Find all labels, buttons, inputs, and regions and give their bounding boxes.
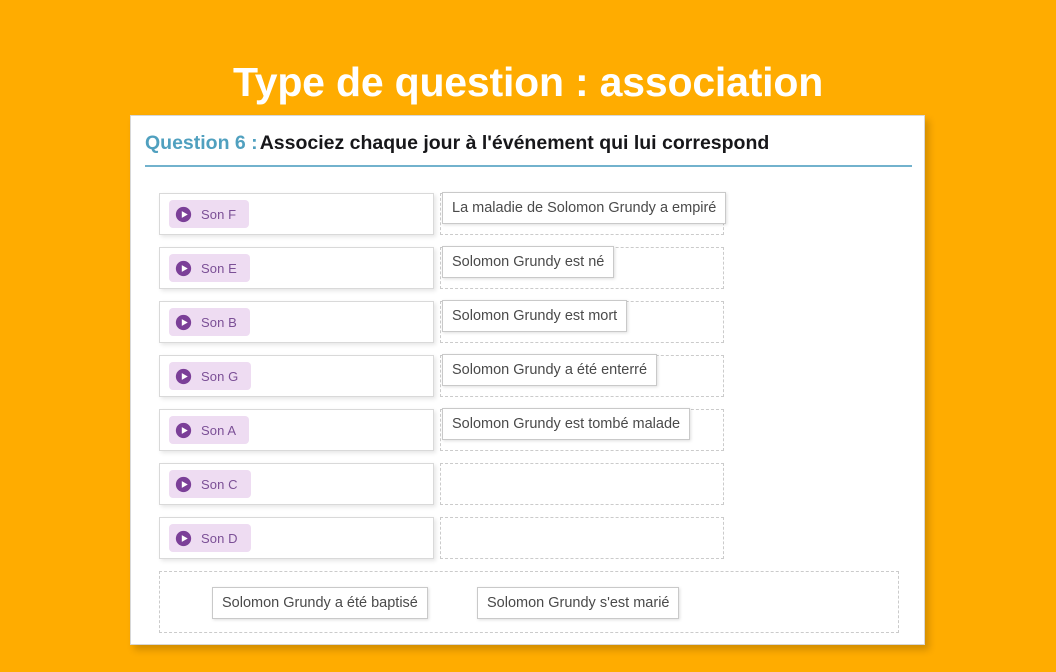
audio-play-button-son-d[interactable]: Son D bbox=[169, 524, 251, 552]
audio-row[interactable]: Son A bbox=[159, 409, 434, 451]
audio-play-button-son-f[interactable]: Son F bbox=[169, 200, 250, 228]
play-icon bbox=[175, 368, 192, 384]
play-icon bbox=[175, 476, 192, 492]
audio-row[interactable]: Son C bbox=[159, 463, 434, 505]
audio-row-label: Son C bbox=[201, 476, 238, 492]
drop-zone[interactable] bbox=[440, 517, 724, 559]
audio-play-button-son-a[interactable]: Son A bbox=[169, 416, 250, 444]
audio-row-label: Son F bbox=[201, 206, 237, 222]
bank-chip[interactable]: Solomon Grundy s'est marié bbox=[477, 587, 680, 619]
audio-row-label: Son G bbox=[201, 368, 239, 384]
audio-play-button-son-c[interactable]: Son C bbox=[169, 470, 251, 498]
question-header: Question 6 : Associez chaque jour à l'évé… bbox=[145, 132, 912, 167]
answer-chip[interactable]: La maladie de Solomon Grundy a empiré bbox=[442, 192, 727, 224]
bank-chip[interactable]: Solomon Grundy a été baptisé bbox=[212, 587, 428, 619]
question-prompt: Associez chaque jour à l'événement qui l… bbox=[259, 132, 770, 154]
question-number: Question 6 : bbox=[145, 132, 258, 154]
audio-row-label: Son D bbox=[201, 530, 238, 546]
answer-chip[interactable]: Solomon Grundy est né bbox=[442, 246, 615, 278]
play-icon bbox=[175, 530, 192, 546]
audio-row[interactable]: Son E bbox=[159, 247, 434, 289]
page-title: Type de question : association bbox=[232, 59, 824, 106]
audio-row[interactable]: Son F bbox=[159, 193, 434, 235]
audio-row-label: Son B bbox=[201, 314, 237, 330]
audio-row[interactable]: Son D bbox=[159, 517, 434, 559]
play-icon bbox=[175, 260, 192, 276]
play-icon bbox=[175, 422, 192, 438]
audio-row-label: Son A bbox=[201, 422, 237, 438]
audio-play-button-son-e[interactable]: Son E bbox=[169, 254, 250, 282]
answer-chip[interactable]: Solomon Grundy est tombé malade bbox=[442, 408, 691, 440]
play-icon bbox=[175, 314, 192, 330]
audio-row-label: Son E bbox=[201, 260, 237, 276]
quiz-card-inner: Question 6 : Associez chaque jour à l'évé… bbox=[131, 116, 924, 644]
drop-zone[interactable] bbox=[440, 463, 724, 505]
audio-play-button-son-g[interactable]: Son G bbox=[169, 362, 252, 390]
audio-row[interactable]: Son G bbox=[159, 355, 434, 397]
answer-bank[interactable]: Solomon Grundy a été baptisé Solomon Gru… bbox=[159, 571, 899, 633]
quiz-card: Question 6 : Associez chaque jour à l'évé… bbox=[130, 115, 925, 645]
answer-chip[interactable]: Solomon Grundy est mort bbox=[442, 300, 628, 332]
answer-chip[interactable]: Solomon Grundy a été enterré bbox=[442, 354, 658, 386]
audio-play-button-son-b[interactable]: Son B bbox=[169, 308, 250, 336]
audio-row[interactable]: Son B bbox=[159, 301, 434, 343]
play-icon bbox=[175, 206, 192, 222]
